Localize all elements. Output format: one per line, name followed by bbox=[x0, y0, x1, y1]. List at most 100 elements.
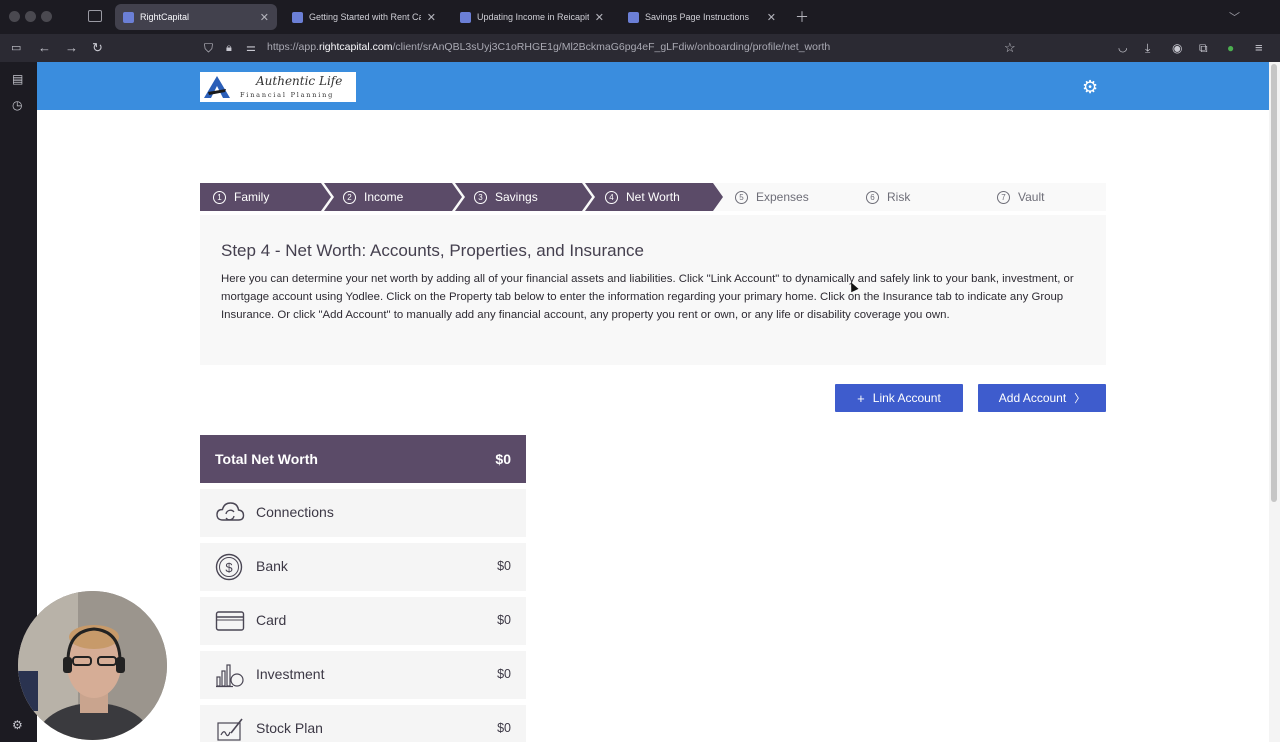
url-host: rightcapital.com bbox=[318, 41, 393, 53]
intro-text: Here you can determine your net worth by… bbox=[221, 273, 1074, 321]
favicon-icon bbox=[628, 11, 639, 23]
close-tab-icon[interactable]: ✕ bbox=[595, 11, 604, 24]
link-account-button[interactable]: + Link Account bbox=[835, 384, 963, 412]
chevron-right-icon: 〉 bbox=[1074, 393, 1086, 405]
tab-overview-icon[interactable] bbox=[88, 10, 102, 22]
add-account-button[interactable]: Add Account 〉 bbox=[978, 384, 1106, 412]
page-title: Step 4 - Net Worth: Accounts, Properties… bbox=[221, 241, 645, 260]
total-net-worth-label: Total Net Worth bbox=[215, 451, 318, 467]
sidebar-toggle-icon[interactable]: ▭ bbox=[11, 40, 21, 56]
step-label: Expenses bbox=[756, 190, 809, 204]
page-scrollbar[interactable] bbox=[1269, 62, 1280, 742]
step-number: 6 bbox=[866, 190, 879, 204]
step-vault[interactable]: 7 Vault bbox=[997, 183, 1044, 211]
tab-title: Getting Started with Rent Capit bbox=[309, 12, 421, 22]
step-label: Net Worth bbox=[626, 190, 680, 204]
window-zoom-dot[interactable] bbox=[41, 11, 52, 22]
step-label: Savings bbox=[495, 190, 538, 204]
cloud-sync-icon bbox=[216, 502, 245, 521]
history-clock-icon[interactable]: ◷ bbox=[12, 98, 22, 112]
category-label: Stock Plan bbox=[256, 720, 323, 736]
signature-icon bbox=[217, 718, 243, 741]
step-net-worth[interactable]: 4 Net Worth bbox=[605, 183, 680, 211]
gear-icon[interactable]: ⚙ bbox=[1082, 78, 1100, 96]
extensions-icon[interactable]: ⧉ bbox=[1199, 40, 1208, 56]
total-net-worth-value: $0 bbox=[495, 451, 511, 467]
forward-arrow-icon[interactable]: → bbox=[65, 40, 78, 56]
category-connections[interactable]: Connections bbox=[200, 489, 526, 537]
chevron-down-icon[interactable]: ﹀ bbox=[1229, 9, 1240, 25]
total-net-worth-header[interactable]: Total Net Worth $0 bbox=[200, 435, 526, 483]
browser-nav-bar: ▭ ← → ↻ ⛉ 🔒︎ ⚌ https://app.rightcapital.… bbox=[0, 34, 1280, 62]
plus-icon: + bbox=[857, 390, 865, 406]
browser-tab-rightcapital[interactable]: RightCapital ✕ bbox=[115, 4, 277, 30]
step-label: Risk bbox=[887, 190, 911, 204]
step-number: 4 bbox=[605, 190, 618, 204]
sidebar-panel-icon[interactable]: ▤ bbox=[12, 72, 23, 86]
company-logo[interactable]: Authentic Life Financial Planning bbox=[200, 72, 356, 102]
category-value: $0 bbox=[497, 613, 511, 627]
permissions-icon[interactable]: ⚌ bbox=[246, 40, 256, 56]
close-tab-icon[interactable]: ✕ bbox=[427, 11, 436, 24]
svg-text:$: $ bbox=[225, 560, 233, 575]
add-account-label: Add Account bbox=[998, 391, 1067, 405]
category-value: $0 bbox=[497, 667, 511, 681]
category-card[interactable]: Card $0 bbox=[200, 597, 526, 645]
account-icon[interactable]: ◉ bbox=[1172, 40, 1182, 56]
category-value: $0 bbox=[497, 721, 511, 735]
step-income[interactable]: 2 Income bbox=[343, 183, 403, 211]
step-number: 5 bbox=[735, 190, 748, 204]
back-arrow-icon[interactable]: ← bbox=[38, 40, 51, 56]
download-icon[interactable]: ⤓ bbox=[1145, 40, 1150, 56]
lock-icon[interactable]: 🔒︎ bbox=[226, 40, 232, 56]
step-number: 2 bbox=[343, 190, 356, 204]
category-stock-plan[interactable]: Stock Plan $0 bbox=[200, 705, 526, 742]
logo-subtitle: Financial Planning bbox=[240, 91, 335, 99]
category-investment[interactable]: Investment $0 bbox=[200, 651, 526, 699]
scrollbar-thumb[interactable] bbox=[1271, 64, 1277, 502]
step-savings[interactable]: 3 Savings bbox=[474, 183, 538, 211]
sidebar-settings-icon[interactable]: ⚙ bbox=[12, 718, 23, 732]
reload-icon[interactable]: ↻ bbox=[92, 40, 103, 56]
window-close-dot[interactable] bbox=[9, 11, 20, 22]
close-tab-icon[interactable]: ✕ bbox=[767, 11, 776, 24]
browser-tab-updating-income[interactable]: Updating Income in Reicapital - ✕ bbox=[452, 4, 612, 30]
logo-title: Authentic Life bbox=[256, 74, 343, 88]
new-tab-icon[interactable]: ＋ bbox=[795, 7, 809, 27]
category-label: Connections bbox=[256, 504, 334, 520]
menu-icon[interactable]: ≡ bbox=[1255, 40, 1263, 56]
step-number: 7 bbox=[997, 190, 1010, 204]
intro-panel: Step 4 - Net Worth: Accounts, Properties… bbox=[200, 215, 1106, 365]
step-label: Vault bbox=[1018, 190, 1045, 204]
url-prefix: https://app. bbox=[267, 41, 319, 53]
logo-mark-icon bbox=[204, 76, 230, 98]
investment-chart-icon bbox=[216, 664, 244, 688]
extension-green-icon[interactable]: ● bbox=[1227, 40, 1234, 56]
step-label: Family bbox=[234, 190, 270, 204]
browser-tab-savings-instructions[interactable]: Savings Page Instructions ✕ bbox=[620, 4, 784, 30]
shield-icon[interactable]: ⛉ bbox=[204, 40, 213, 56]
browser-tab-strip: RightCapital ✕ Getting Started with Rent… bbox=[0, 0, 1280, 34]
step-number: 3 bbox=[474, 190, 487, 204]
credit-card-icon bbox=[215, 611, 245, 631]
category-bank[interactable]: $ Bank $0 bbox=[200, 543, 526, 591]
favicon-icon bbox=[292, 11, 303, 23]
browser-tab-getting-started[interactable]: Getting Started with Rent Capit ✕ bbox=[284, 4, 444, 30]
step-family[interactable]: 1 Family bbox=[213, 183, 269, 211]
category-label: Investment bbox=[256, 666, 325, 682]
step-risk[interactable]: 6 Risk bbox=[866, 183, 910, 211]
category-label: Bank bbox=[256, 558, 288, 574]
category-label: Card bbox=[256, 612, 287, 628]
url-bar[interactable]: https://app.rightcapital.com/client/srAn… bbox=[267, 41, 830, 53]
step-label: Income bbox=[364, 190, 404, 204]
step-expenses[interactable]: 5 Expenses bbox=[735, 183, 809, 211]
presenter-video-icon bbox=[18, 591, 167, 740]
close-tab-icon[interactable]: ✕ bbox=[260, 11, 269, 24]
dollar-coin-icon: $ bbox=[215, 553, 243, 581]
page-viewport: Authentic Life Financial Planning ⚙ 1 Fam… bbox=[37, 62, 1269, 742]
category-value: $0 bbox=[497, 559, 511, 573]
window-minimize-dot[interactable] bbox=[25, 11, 36, 22]
bookmark-star-icon[interactable]: ☆ bbox=[1004, 40, 1016, 56]
tab-title: RightCapital bbox=[140, 12, 190, 22]
pocket-icon[interactable]: ◡ bbox=[1118, 40, 1128, 56]
